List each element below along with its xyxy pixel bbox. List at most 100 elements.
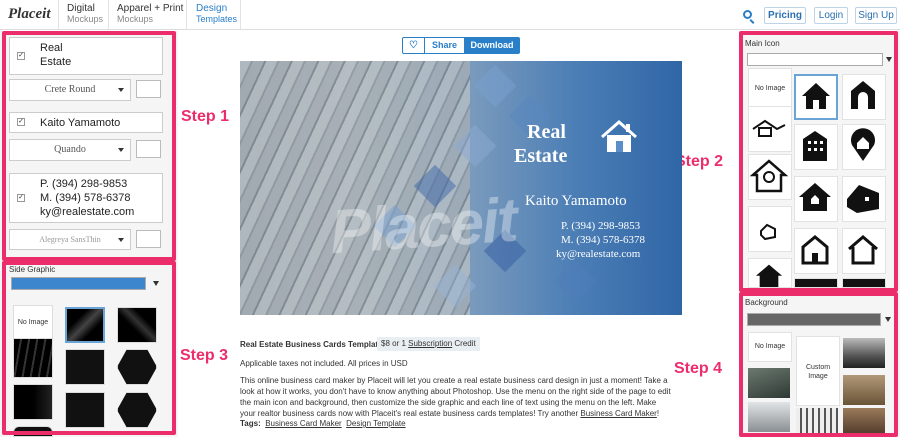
favorite-heart-icon[interactable]: ♡ <box>403 38 425 53</box>
share-button[interactable]: Share <box>425 38 465 53</box>
card-action-bar: ♡ Share Download <box>402 37 520 54</box>
line-3-checkbox[interactable]: ✓ <box>17 194 25 202</box>
main-icon-option[interactable] <box>794 278 838 288</box>
side-graphic-option[interactable] <box>13 384 53 420</box>
side-graphic-color-select[interactable] <box>11 277 159 290</box>
template-description: This online business card maker by Place… <box>240 375 672 419</box>
taxes-note: Applicable taxes not included. All price… <box>240 359 408 368</box>
side-graphic-option[interactable] <box>13 338 53 378</box>
main-icon-option[interactable] <box>748 106 792 152</box>
text-line-3-field[interactable]: ✓ P. (394) 298-9853 M. (394) 578-6378 ky… <box>9 173 163 223</box>
apartment-building-icon <box>803 131 827 161</box>
download-button[interactable]: Download <box>465 38 519 53</box>
line-1-color-swatch[interactable] <box>136 80 161 98</box>
main-icon-option[interactable] <box>842 228 886 274</box>
line-1-checkbox[interactable]: ✓ <box>17 52 25 60</box>
main-icon-option[interactable] <box>748 258 792 288</box>
line-2-text: Kaito Yamamoto <box>40 117 121 129</box>
background-custom-image-button[interactable]: Custom Image <box>796 336 840 406</box>
house-icon <box>799 183 831 211</box>
placeit-logo[interactable]: Placeit <box>8 6 50 23</box>
tab-apparel-print-mockups[interactable]: Apparel + Print Mockups <box>117 3 184 25</box>
main-icon-option[interactable] <box>794 176 838 222</box>
subscription-link[interactable]: Subscription <box>408 339 452 348</box>
line-3-color-swatch[interactable] <box>136 230 161 248</box>
signup-button[interactable]: Sign Up <box>855 7 897 24</box>
side-graphic-no-image[interactable]: No Image <box>13 305 53 341</box>
text-line-2-field[interactable]: ✓ Kaito Yamamoto <box>9 112 163 133</box>
main-icon-option[interactable] <box>842 124 886 170</box>
font-name: Crete Round <box>44 84 96 95</box>
font-name: Quando <box>54 144 86 155</box>
diamond-shape <box>473 64 517 108</box>
chevron-down-icon <box>885 317 891 322</box>
search-icon[interactable] <box>743 10 752 19</box>
tags-label: Tags: <box>240 419 261 428</box>
diamond-shape <box>553 259 597 303</box>
background-photo-thumb[interactable] <box>843 408 885 437</box>
tag-link[interactable]: Design Template <box>346 419 405 428</box>
chevron-down-icon <box>153 281 159 286</box>
template-title: Real Estate Business Cards Templates <box>240 340 388 349</box>
login-button[interactable]: Login <box>814 7 848 24</box>
background-photo-thumb[interactable] <box>796 408 838 437</box>
font-name: Alegreya SansThin <box>39 235 101 244</box>
description-end: ! <box>656 409 660 418</box>
side-graphic-option[interactable] <box>117 307 157 343</box>
side-graphic-option-selected[interactable] <box>65 307 105 343</box>
main-icon-option[interactable] <box>842 74 886 120</box>
tab-label: Apparel + Print <box>117 3 184 14</box>
business-card-preview: Placeit Real Estate Kaito Yamamoto P. (3… <box>240 61 682 315</box>
pricing-button[interactable]: Pricing <box>764 7 806 24</box>
line-2-color-swatch[interactable] <box>136 140 161 158</box>
price-text: $8 or 1 <box>381 339 406 348</box>
step-1-label: Step 1 <box>181 108 230 125</box>
side-graphic-option[interactable] <box>65 349 105 385</box>
small-house-outline-icon <box>760 223 776 241</box>
tab-sublabel: Mockups <box>67 14 104 24</box>
main-icon-option[interactable] <box>748 154 792 200</box>
main-icon-option[interactable] <box>842 278 886 288</box>
line-2-font-select[interactable]: Quando <box>9 139 131 161</box>
background-color-select[interactable] <box>747 313 891 326</box>
tab-label: Digital <box>67 3 95 14</box>
line-2-checkbox[interactable]: ✓ <box>17 118 25 126</box>
tab-digital-mockups[interactable]: Digital Mockups <box>67 3 104 25</box>
tag-link[interactable]: Business Card Maker <box>265 419 341 428</box>
card-title-line-b: Estate <box>514 145 568 167</box>
main-icon-option[interactable] <box>794 228 838 274</box>
main-icon-color-select[interactable] <box>747 53 892 66</box>
background-photo-thumb[interactable] <box>843 375 885 405</box>
side-graphic-option[interactable] <box>65 392 105 428</box>
side-graphic-option[interactable] <box>13 426 53 437</box>
house-outline-icon <box>848 235 878 265</box>
card-email: ky@realestate.com <box>556 248 641 260</box>
tab-label: Design <box>196 3 228 14</box>
main-icon-option[interactable] <box>842 176 886 222</box>
main-icon-option[interactable] <box>794 124 838 170</box>
line-3-phone: P. (394) 298-9853 <box>40 178 128 190</box>
line-3-font-select[interactable]: Alegreya SansThin <box>9 229 131 250</box>
main-icon-option-selected[interactable] <box>794 74 838 120</box>
side-graphic-label: Side Graphic <box>9 265 56 274</box>
chevron-down-icon <box>886 57 892 62</box>
card-name: Kaito Yamamoto <box>525 193 627 209</box>
text-line-1-field[interactable]: ✓ Real Estate <box>9 37 163 75</box>
background-photo-thumb[interactable] <box>748 368 790 398</box>
card-title-line-a: Real <box>527 121 566 143</box>
background-photo-thumb[interactable] <box>843 338 885 368</box>
house-icon <box>851 81 875 109</box>
nav-divider <box>58 0 59 30</box>
nav-divider <box>108 0 109 30</box>
house-icon <box>802 83 830 109</box>
background-photo-thumb[interactable] <box>748 402 790 432</box>
step-4-label: Step 4 <box>674 360 723 377</box>
line-1-font-select[interactable]: Crete Round <box>9 79 131 101</box>
tags-row: Tags: Business Card Maker Design Templat… <box>240 418 406 429</box>
business-card-maker-link[interactable]: Business Card Maker <box>580 409 656 418</box>
price-text-end: Credit <box>454 339 476 348</box>
chevron-down-icon <box>118 148 124 152</box>
main-icon-option[interactable] <box>748 206 792 252</box>
tab-design-templates[interactable]: Design Templates <box>196 3 237 25</box>
background-no-image[interactable]: No Image <box>748 332 792 362</box>
